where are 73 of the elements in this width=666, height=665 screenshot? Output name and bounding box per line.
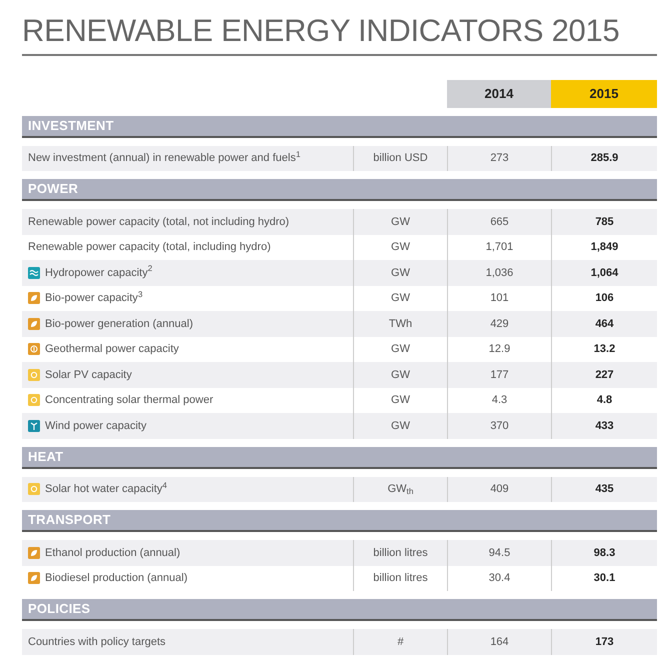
wind-turbine-icon [28,420,40,432]
row-label: Hydropower capacity$^{2}$ [45,264,152,281]
row-label: Bio-power generation (annual) [45,316,193,332]
year-header: 2015 [551,80,657,108]
row-label: Renewable power capacity (total, including hydro) [28,240,271,256]
unit-cell-text: GW$_{th}$ [388,482,414,498]
row-label: Wind power capacity [45,418,146,434]
value-cell-text: 173 [595,634,614,650]
unit-cell-text: GW [391,368,410,383]
sun-icon [28,368,40,381]
value-cell-text: 433 [595,418,614,434]
row-label: Countries with policy targets [28,634,166,650]
value-cell-text: 273 [490,151,509,166]
section-header: POLICIES [22,599,657,622]
leaf-icon [28,318,40,330]
value-cell-text: 13.2 [594,342,616,358]
value-cell-text: 1,036 [486,266,514,281]
unit-cell-text: GW [391,418,410,434]
row-label: Solar hot water capacity$^{4}$ [45,481,167,498]
value-cell-text: 12.9 [488,342,510,358]
unit-cell-text: GW [391,240,410,256]
value-cell-text: 94.5 [488,546,510,561]
value-cell-text: 1,064 [590,266,618,281]
unit-cell-text: GW [391,266,410,281]
section-header: POWER [22,179,657,202]
value-cell-text: 1,849 [590,240,618,256]
value-cell-text: 98.3 [594,546,616,561]
value-cell-text: 285.9 [590,151,618,166]
unit-cell-text: billion USD [373,151,428,166]
section-header: HEAT [22,446,657,469]
value-cell-text: 177 [490,368,509,383]
leaf-icon [28,292,40,304]
value-cell-text: 101 [490,291,509,306]
leaf-icon [28,546,40,559]
section-header: TRANSPORT [22,510,657,532]
value-cell-text: 665 [490,214,509,230]
year-header: 2014 [447,80,551,108]
value-cell-text: 429 [490,316,509,332]
unit-cell-text: TWh [388,316,412,332]
unit-cell-text: # [397,634,404,650]
row-label: Ethanol production (annual) [45,546,180,561]
value-cell-text: 785 [595,214,614,230]
value-cell-text: 435 [595,482,614,498]
unit-cell-text: billion litres [373,546,428,561]
row-label: Concentrating solar thermal power [45,393,214,408]
value-cell-text: 4.3 [492,393,508,408]
wave-icon [28,266,40,279]
unit-cell-text: GW [391,214,410,230]
unit-cell-text: GW [391,291,410,306]
value-cell-text: 4.8 [596,393,612,408]
unit-cell-text: GW [391,342,410,358]
row-label: Renewable power capacity (total, not including hydro) [28,214,290,230]
sun-icon [28,483,40,496]
value-cell-text: 106 [595,291,614,306]
value-cell-text: 30.4 [488,571,510,586]
sun-icon [28,394,40,406]
page-title: RENEWABLE ENERGY INDICATORS 2015 [22,14,620,48]
leaf-icon [28,572,40,584]
value-cell-text: 227 [595,368,614,383]
row-label: Solar PV capacity [45,368,132,383]
value-cell-text: 409 [490,482,509,498]
value-cell-text: 464 [595,316,614,332]
row-label: Geothermal power capacity [45,342,179,358]
value-cell-text: 30.1 [594,571,616,586]
value-cell-text: 370 [490,418,509,434]
section-header: INVESTMENT [22,116,657,138]
unit-cell-text: GW [391,393,410,408]
row-label: Biodiesel production (annual) [45,571,188,586]
unit-cell-text: billion litres [373,571,428,586]
row-label: New investment (annual) in renewable power and fuels$^{1}$ [28,150,300,166]
row-label: Bio-power capacity$^{3}$ [45,290,143,306]
value-cell-text: 164 [490,634,509,650]
value-cell-text: 1,701 [486,240,514,256]
